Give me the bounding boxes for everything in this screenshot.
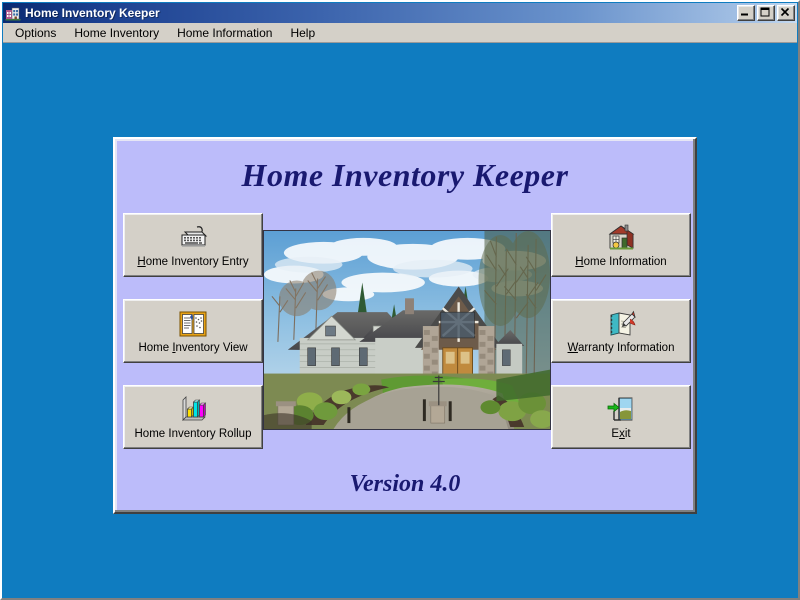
menu-item-home-information[interactable]: Home Information	[169, 24, 280, 42]
house-icon	[5, 5, 21, 21]
document-view-icon	[177, 309, 209, 339]
exit-door-icon	[605, 395, 637, 425]
keyboard-icon	[177, 223, 209, 253]
window-title: Home Inventory Keeper	[25, 6, 160, 20]
button-label: Home Inventory View	[138, 342, 248, 354]
maximize-icon[interactable]	[757, 5, 775, 21]
title-bar: Home Inventory Keeper	[3, 3, 797, 23]
home-inventory-view-button[interactable]: Home Inventory View	[123, 299, 263, 363]
application-window: Home Inventory Keeper Options Home Inven…	[0, 0, 800, 600]
home-inventory-entry-button[interactable]: Home Inventory Entry	[123, 213, 263, 277]
house-photo	[263, 230, 551, 430]
exit-button[interactable]: Exit	[551, 385, 691, 449]
minimize-icon[interactable]	[737, 5, 755, 21]
button-label: Home Inventory Rollup	[134, 428, 252, 440]
close-icon[interactable]	[777, 5, 795, 21]
menu-item-home-inventory[interactable]: Home Inventory	[66, 24, 167, 42]
menu-item-options[interactable]: Options	[7, 24, 64, 42]
home-information-button[interactable]: Home Information	[551, 213, 691, 277]
page-title: Home Inventory Keeper	[241, 157, 569, 193]
menu-item-help[interactable]: Help	[282, 24, 323, 42]
button-label: Exit	[611, 428, 631, 440]
home-inventory-rollup-button[interactable]: Home Inventory Rollup	[123, 385, 263, 449]
house-building-icon	[605, 223, 637, 253]
bar-chart-icon	[177, 395, 209, 425]
main-panel: Home Inventory Keeper Home Inventory Ent…	[113, 137, 697, 514]
menu-bar: Options Home Inventory Home Information …	[3, 23, 797, 43]
button-label: Warranty Information	[567, 342, 675, 354]
warranty-information-button[interactable]: Warranty Information	[551, 299, 691, 363]
version-label: Version 4.0	[349, 471, 461, 497]
notepad-pen-icon	[605, 309, 637, 339]
client-area: Home Inventory Keeper Home Inventory Ent…	[3, 44, 797, 598]
button-label: Home Inventory Entry	[137, 256, 249, 268]
button-label: Home Information	[575, 256, 667, 268]
